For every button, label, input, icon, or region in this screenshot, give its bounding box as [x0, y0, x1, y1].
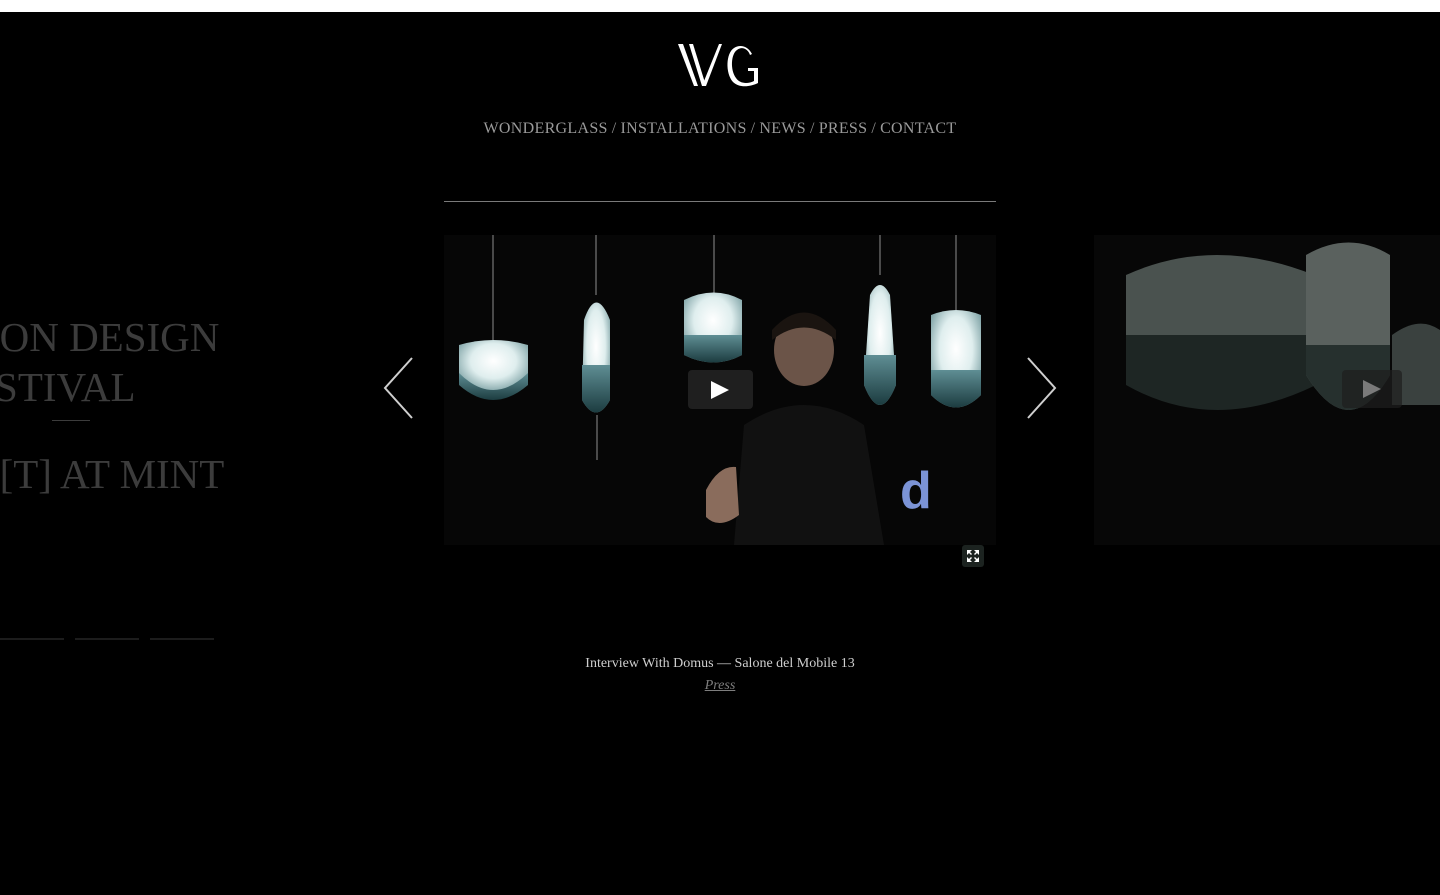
slide-caption: Interview With Domus — Salone del Mobile…	[0, 656, 1440, 694]
nav-separator: /	[611, 120, 617, 137]
play-icon	[1363, 380, 1381, 398]
video-overlay-letter: d	[900, 462, 932, 520]
nav-separator: /	[809, 120, 815, 137]
wg-logo[interactable]	[676, 40, 766, 90]
next-slide-play-button[interactable]	[1342, 370, 1402, 408]
previous-slide-line-1: DON DESIGN	[0, 314, 220, 360]
next-slide-preview[interactable]	[1094, 235, 1440, 545]
previous-slide-divider	[52, 420, 90, 421]
play-button[interactable]	[688, 370, 753, 409]
fullscreen-button[interactable]	[962, 545, 984, 567]
nav-separator: /	[750, 120, 756, 137]
nav-separator: /	[871, 120, 877, 137]
previous-slide-line-2: ESTIVAL	[0, 364, 136, 410]
previous-slide-line-3: V[T] AT MINT	[0, 451, 225, 497]
nav-item-press[interactable]: PRESS	[819, 120, 868, 137]
video-player[interactable]: d	[444, 235, 996, 545]
nav-item-news[interactable]: NEWS	[759, 120, 806, 137]
prev-arrow-icon[interactable]	[382, 356, 416, 420]
nav-item-contact[interactable]: CONTACT	[880, 120, 956, 137]
nav-divider	[444, 201, 996, 202]
main-nav: WONDERGLASS / INSTALLATIONS / NEWS / PRESS / CON…	[0, 120, 1440, 138]
next-arrow-icon[interactable]	[1024, 356, 1058, 420]
slide-category-link[interactable]: Press	[705, 678, 736, 694]
nav-item-installations[interactable]: INSTALLATIONS	[620, 120, 746, 137]
slide-title: Interview With Domus — Salone del Mobile…	[585, 656, 855, 671]
play-icon	[711, 381, 729, 399]
fullscreen-icon	[967, 550, 979, 562]
page-stage: WONDERGLASS / INSTALLATIONS / NEWS / PRESS / CON…	[0, 12, 1440, 895]
nav-item-wonderglass[interactable]: WONDERGLASS	[484, 120, 608, 137]
